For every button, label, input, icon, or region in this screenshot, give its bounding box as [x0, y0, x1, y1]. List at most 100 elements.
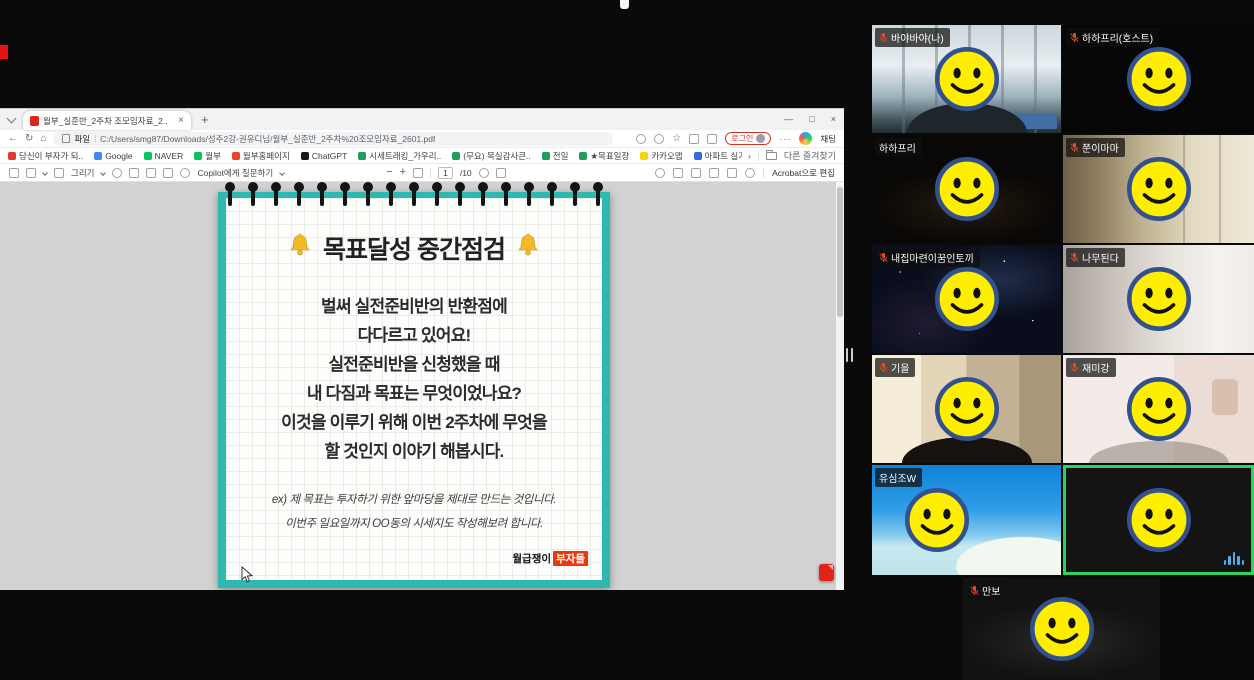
menu-icon[interactable]: [9, 168, 19, 178]
bookmark-item[interactable]: 월부홈페이지: [232, 150, 290, 162]
participant-name: 유심조W: [879, 470, 916, 485]
bookmark-item[interactable]: (무요) 목실감사큰..: [452, 150, 531, 162]
chevron-down-icon[interactable]: [101, 170, 107, 176]
mic-muted-icon: [879, 362, 888, 373]
window-divider-handle[interactable]: [846, 348, 853, 362]
participant-name: 내집마련이꿈인토끼: [891, 250, 974, 265]
url-text: C:/Users/smg87/Downloads/성주2강-권유디님/월부_실준…: [100, 133, 435, 145]
participant-tile[interactable]: [1063, 465, 1254, 575]
bell-icon: [287, 232, 313, 265]
smiley-face-overlay: [934, 376, 1000, 442]
eraser-icon[interactable]: [112, 168, 122, 178]
gear-icon[interactable]: [745, 168, 755, 178]
fullscreen-icon[interactable]: [727, 168, 737, 178]
mic-muted-icon: [970, 585, 979, 596]
highlighter-icon[interactable]: [26, 168, 36, 178]
bookmark-item[interactable]: 카카오맵: [640, 150, 682, 162]
favorite-star-icon[interactable]: ☆: [672, 134, 681, 144]
brand-logo: 월급쟁이 부자들: [512, 551, 588, 566]
participant-tile[interactable]: 만보: [963, 578, 1160, 680]
bookmark-item[interactable]: 당신이 부자가 되..: [8, 150, 83, 162]
bookmark-item[interactable]: 월부: [194, 150, 221, 162]
acrobat-edit-button[interactable]: Acrobat으로 편집: [772, 167, 835, 179]
read-aloud-icon[interactable]: [163, 168, 173, 178]
mouse-cursor: [241, 566, 253, 588]
print-icon[interactable]: [673, 168, 683, 178]
mic-muted-icon: [879, 252, 888, 263]
participant-name: 하하프리(호스트): [1082, 30, 1153, 45]
page-number-input[interactable]: 1: [438, 167, 453, 179]
participant-tile[interactable]: 바야바야(나): [872, 25, 1061, 133]
back-icon[interactable]: ←: [8, 134, 18, 144]
zoom-level-icon[interactable]: [654, 134, 664, 144]
fit-page-icon[interactable]: [413, 168, 423, 178]
participant-tile[interactable]: 재미강: [1063, 355, 1254, 463]
acrobat-floating-button[interactable]: [819, 564, 834, 581]
text-size-icon[interactable]: [146, 168, 156, 178]
save-icon[interactable]: [691, 168, 701, 178]
maximize-button[interactable]: □: [809, 114, 814, 124]
bookmark-item[interactable]: NAVER: [144, 151, 184, 161]
binder-pin: [412, 184, 416, 206]
copilot-label[interactable]: Copilot에게 질문하기: [197, 167, 273, 179]
scrollbar[interactable]: [836, 182, 844, 590]
more-menu-icon[interactable]: ···: [779, 134, 791, 144]
chat-label[interactable]: 채팅: [820, 133, 836, 145]
edge-profile-icon[interactable]: [799, 132, 812, 145]
browser-tab[interactable]: 월부_실준반_2주차 조모임자료_2.. ×: [23, 111, 191, 130]
login-button[interactable]: 로그인: [725, 132, 771, 145]
binder-pin: [389, 184, 393, 206]
bookmarks-overflow-icon[interactable]: ›: [748, 151, 751, 161]
bookmark-item[interactable]: 전일: [542, 150, 569, 162]
scrollbar-thumb[interactable]: [837, 187, 843, 317]
rotate-icon[interactable]: [479, 168, 489, 178]
draw-label[interactable]: 그리기: [71, 167, 94, 179]
home-icon[interactable]: ⌂: [40, 134, 46, 144]
collections-icon[interactable]: [689, 134, 699, 144]
zoom-in-button[interactable]: +: [400, 167, 406, 178]
bookmark-label: 아파트 실거래가..: [705, 150, 742, 162]
pen-icon[interactable]: [54, 168, 64, 178]
participant-tile[interactable]: 나무된다: [1063, 245, 1254, 353]
participant-tile[interactable]: 하하프리: [872, 135, 1061, 243]
pdf-example-line: 이번주 일요일까지 OO동의 시세지도 작성해보려 합니다.: [226, 512, 602, 536]
other-favorites-label[interactable]: 다른 즐겨찾기: [784, 149, 836, 162]
close-button[interactable]: ×: [831, 114, 836, 124]
pdf-body-line: 할 것인지 이야기 해봅시다.: [226, 437, 602, 466]
participant-tile[interactable]: 쭌이마마: [1063, 135, 1254, 243]
search-icon[interactable]: [655, 168, 665, 178]
bookmark-label: 카카오맵: [651, 150, 682, 162]
pdf-body: 벌써 실전준비반의 반환점에다다르고 있어요!실전준비반을 신청했을 때내 다짐…: [226, 292, 602, 466]
address-bar: ← ↻ ⌂ 파일 | C:/Users/smg87/Downloads/성주2강…: [0, 130, 844, 148]
url-field[interactable]: 파일 | C:/Users/smg87/Downloads/성주2강-권유디님/…: [53, 132, 613, 146]
bookmark-item[interactable]: Google: [94, 151, 132, 161]
participant-tile[interactable]: 하하프리(호스트): [1063, 25, 1254, 133]
bookmark-item[interactable]: ★목표일장: [579, 150, 629, 162]
extensions-icon[interactable]: [707, 134, 717, 144]
pdf-viewer[interactable]: 목표달성 중간점검 벌써 실전준비반의 반환점에다다르고 있어요!실전준비반을 …: [0, 182, 844, 590]
tab-search-icon[interactable]: [7, 114, 17, 124]
participant-tile[interactable]: 내집마련이꿈인토끼: [872, 245, 1061, 353]
chevron-down-icon[interactable]: [279, 170, 285, 176]
participant-tile[interactable]: 기을: [872, 355, 1061, 463]
capture-icon[interactable]: [496, 168, 506, 178]
bookmark-item[interactable]: 아파트 실거래가..: [694, 150, 742, 162]
refresh-icon[interactable]: ↻: [25, 134, 33, 144]
tab-title: 월부_실준반_2주차 조모임자료_2..: [43, 115, 174, 127]
save-as-icon[interactable]: [709, 168, 719, 178]
page-view-icon[interactable]: [129, 168, 139, 178]
new-tab-button[interactable]: +: [201, 112, 209, 127]
tab-close-icon[interactable]: ×: [178, 116, 184, 126]
bookmark-item[interactable]: ChatGPT: [301, 151, 347, 161]
zoom-out-button[interactable]: −: [386, 167, 392, 178]
participant-tile[interactable]: 유심조W: [872, 465, 1061, 575]
copilot-icon[interactable]: [180, 168, 190, 178]
chevron-down-icon[interactable]: [42, 170, 48, 176]
mic-muted-icon: [879, 32, 888, 43]
minimize-button[interactable]: —: [784, 114, 793, 124]
binder-pin: [320, 184, 324, 206]
participant-name-badge: 재미강: [1066, 358, 1116, 377]
bookmark-item[interactable]: 시세트래킹_가우리..: [358, 150, 441, 162]
bookmark-favicon: [232, 152, 240, 160]
translate-icon[interactable]: [636, 134, 646, 144]
